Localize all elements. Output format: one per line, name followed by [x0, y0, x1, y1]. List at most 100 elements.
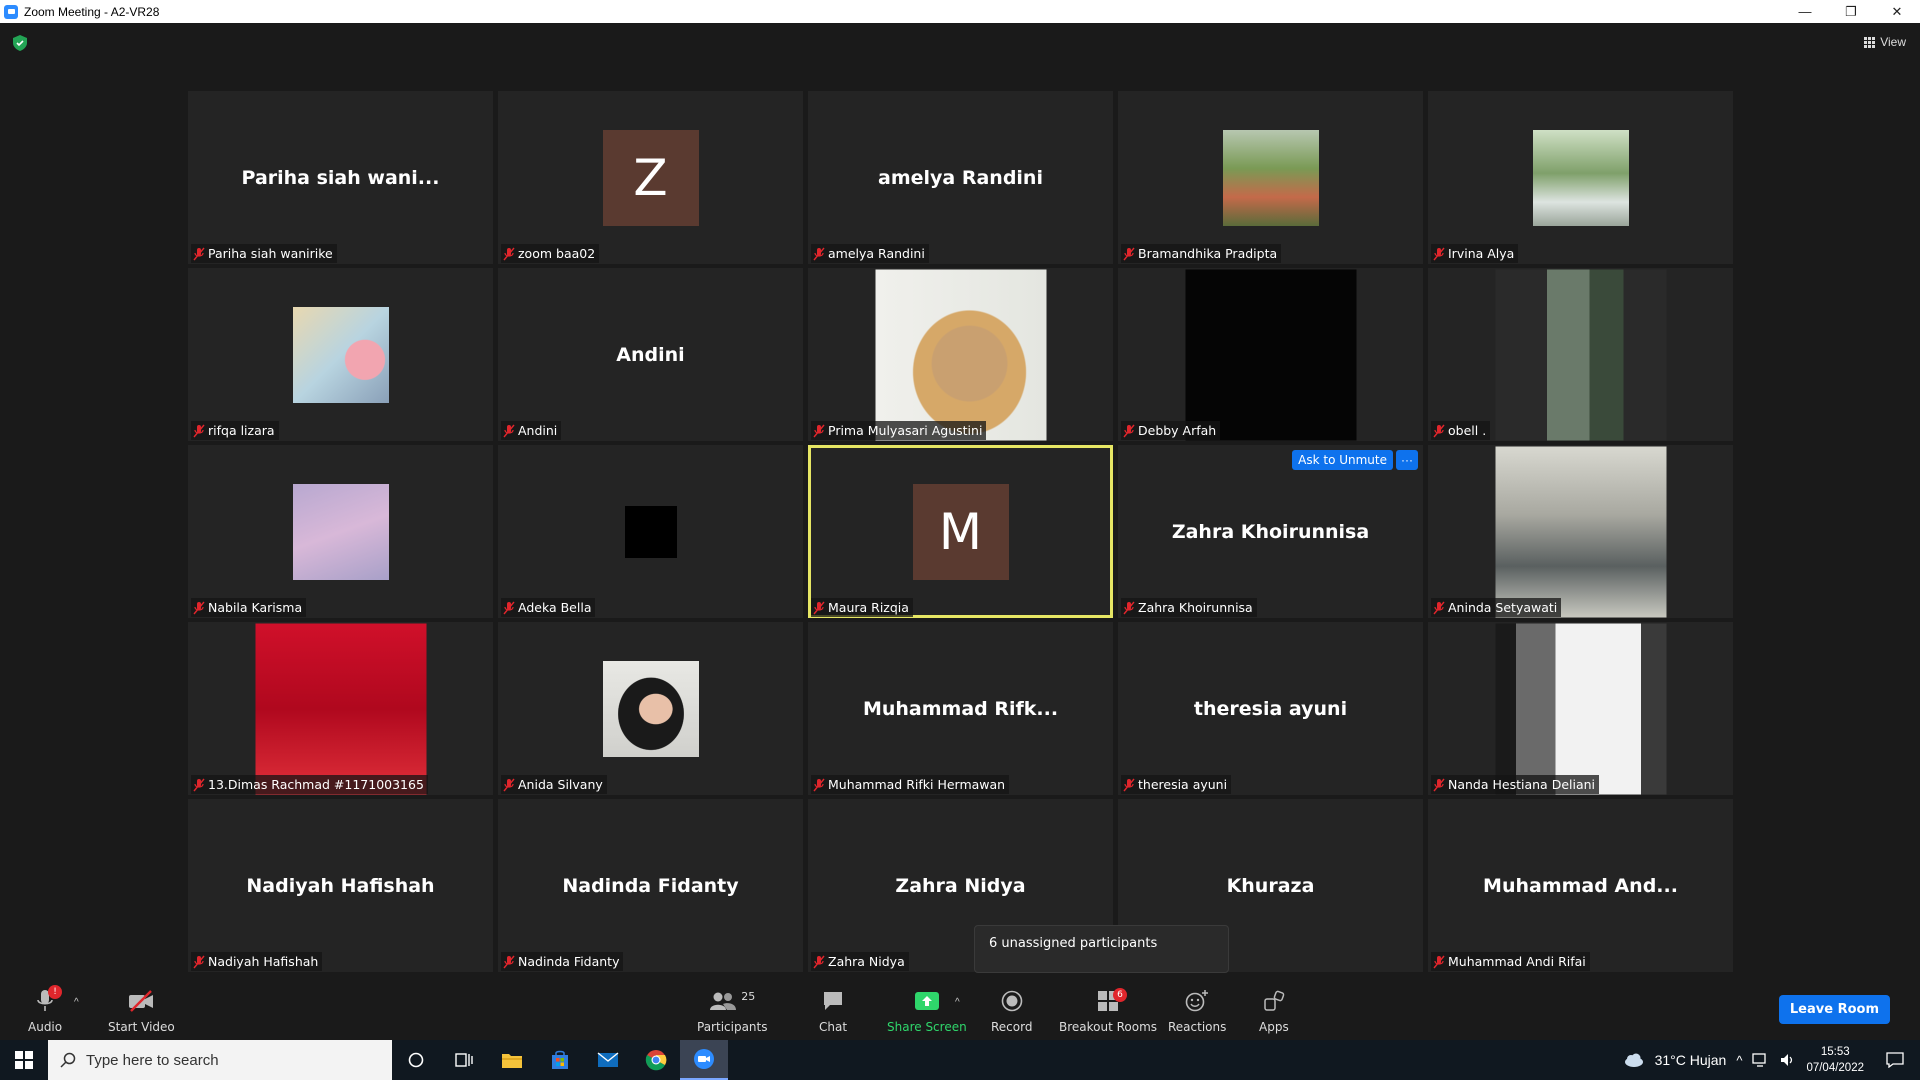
participant-name-label: 13.Dimas Rachmad #1171003165 — [191, 775, 428, 794]
participant-video-image — [255, 623, 426, 794]
start-video-label: Start Video — [108, 1020, 175, 1034]
video-tile[interactable]: rifqa lizara — [188, 268, 493, 441]
audio-warning-badge: ! — [48, 985, 63, 999]
video-tile[interactable]: Nadiyah Hafishah Nadiyah Hafishah — [188, 799, 493, 972]
chrome-icon[interactable] — [632, 1040, 680, 1080]
participant-video-image — [292, 306, 389, 403]
participant-name-label: Debby Arfah — [1121, 421, 1221, 440]
participants-icon — [710, 992, 737, 1010]
participant-name: Muhammad Rifki Hermawan — [828, 777, 1006, 792]
network-icon[interactable] — [1752, 1053, 1770, 1067]
video-tile[interactable]: Nadinda Fidanty Nadinda Fidanty — [498, 799, 803, 972]
more-options-button[interactable]: ··· — [1396, 450, 1418, 470]
clock-time: 15:53 — [1820, 1046, 1850, 1058]
restore-button[interactable]: ❐ — [1828, 0, 1874, 23]
task-view-icon[interactable] — [440, 1040, 488, 1080]
breakout-rooms-button[interactable]: 6 Breakout Rooms — [1059, 988, 1157, 1034]
apps-label: Apps — [1259, 1020, 1289, 1034]
muted-mic-icon — [1123, 778, 1135, 791]
video-tile[interactable]: Aninda Setyawati — [1428, 445, 1733, 618]
start-button[interactable] — [0, 1040, 48, 1080]
video-tile[interactable]: Adeka Bella — [498, 445, 803, 618]
unassigned-tooltip: 6 unassigned participants — [974, 925, 1229, 973]
video-tile[interactable]: Nabila Karisma — [188, 445, 493, 618]
participant-name: Zahra Khoirunnisa — [1138, 600, 1253, 615]
participants-button[interactable]: 25 Participants — [697, 988, 768, 1035]
video-tile[interactable]: 13.Dimas Rachmad #1171003165 — [188, 622, 493, 795]
weather-text[interactable]: 31°C Hujan — [1655, 1052, 1727, 1068]
muted-mic-icon — [813, 955, 825, 968]
participant-name: Pariha siah wanirike — [208, 246, 333, 261]
participant-name-label: Pariha siah wanirike — [191, 244, 337, 263]
mail-icon[interactable] — [584, 1040, 632, 1080]
video-tile[interactable]: Muhammad Rifk... Muhammad Rifki Hermawan — [808, 622, 1113, 795]
share-options-caret-icon[interactable]: ^ — [955, 997, 960, 1008]
close-button[interactable]: ✕ — [1874, 0, 1920, 23]
reactions-button[interactable]: Reactions — [1168, 988, 1226, 1034]
volume-icon[interactable] — [1780, 1053, 1796, 1067]
cortana-icon[interactable] — [392, 1040, 440, 1080]
taskbar-search[interactable]: Type here to search — [48, 1040, 392, 1080]
audio-options-caret-icon[interactable]: ^ — [74, 997, 79, 1008]
participant-name-label: Irvina Alya — [1431, 244, 1519, 263]
notifications-icon[interactable] — [1886, 1052, 1904, 1068]
muted-mic-icon — [1123, 247, 1135, 260]
video-tile[interactable]: Pariha siah wani... Pariha siah wanirike — [188, 91, 493, 264]
leave-room-button[interactable]: Leave Room — [1778, 995, 1890, 1024]
clock[interactable]: 15:53 07/04/2022 — [1806, 1044, 1864, 1076]
view-button[interactable]: View — [1864, 35, 1906, 49]
window-titlebar: Zoom Meeting - A2-VR28 — ❐ ✕ — [0, 0, 1920, 23]
participant-display-name: Muhammad Rifk... — [862, 697, 1059, 720]
video-tile[interactable]: Irvina Alya — [1428, 91, 1733, 264]
reactions-label: Reactions — [1168, 1020, 1227, 1034]
participant-name-label: Nadinda Fidanty — [501, 952, 624, 971]
participant-name: Nadinda Fidanty — [518, 954, 620, 969]
ask-to-unmute-button[interactable]: Ask to Unmute — [1292, 450, 1393, 470]
video-tile[interactable]: theresia ayuni theresia ayuni — [1118, 622, 1423, 795]
view-label: View — [1880, 35, 1906, 49]
video-tile[interactable]: Zzoom baa02 — [498, 91, 803, 264]
zoom-taskbar-icon[interactable] — [680, 1040, 728, 1080]
video-tile[interactable]: Muhammad And... Muhammad Andi Rifai — [1428, 799, 1733, 972]
apps-button[interactable]: Apps — [1259, 988, 1289, 1034]
encryption-shield-icon[interactable] — [13, 35, 27, 51]
tray-expand-icon[interactable]: ^ — [1736, 1053, 1742, 1068]
video-tile[interactable]: Debby Arfah — [1118, 268, 1423, 441]
participant-name: theresia ayuni — [1138, 777, 1228, 792]
video-tile[interactable]: Nanda Hestiana Deliani — [1428, 622, 1733, 795]
muted-mic-icon — [193, 601, 205, 614]
share-screen-button[interactable]: Share Screen — [887, 988, 967, 1034]
participant-name-label: Muhammad Rifki Hermawan — [811, 775, 1010, 794]
microsoft-store-icon[interactable] — [536, 1040, 584, 1080]
minimize-button[interactable]: — — [1782, 0, 1828, 23]
muted-mic-icon — [503, 955, 515, 968]
video-tile[interactable]: Bramandhika Pradipta — [1118, 91, 1423, 264]
start-video-button[interactable]: Start Video — [108, 988, 175, 1034]
video-tile[interactable]: Zahra Khoirunnisa Zahra Khoirunnisa Ask to… — [1118, 445, 1423, 618]
muted-mic-icon — [503, 778, 515, 791]
participant-name-label: rifqa lizara — [191, 421, 279, 440]
avatar-initial: Z — [602, 129, 699, 226]
participant-display-name: Andini — [616, 343, 685, 366]
video-tile[interactable]: obell . — [1428, 268, 1733, 441]
participant-name: Anida Silvany — [518, 777, 603, 792]
windows-taskbar: Type here to search 31°C Hujan ^ 15:53 0… — [0, 1040, 1920, 1080]
video-tile[interactable]: amelya Randini amelya Randini — [808, 91, 1113, 264]
audio-button[interactable]: ! Audio — [28, 985, 63, 1034]
participant-name: Nabila Karisma — [208, 600, 303, 615]
participant-video-image — [624, 505, 677, 558]
participant-video-image — [1495, 446, 1666, 617]
video-tile[interactable]: Andini Andini — [498, 268, 803, 441]
participant-video-image — [875, 269, 1046, 440]
video-tile[interactable]: Prima Mulyasari Agustini — [808, 268, 1113, 441]
participant-name: 13.Dimas Rachmad #1171003165 — [208, 777, 424, 792]
muted-mic-icon — [503, 247, 515, 260]
video-tile[interactable]: Anida Silvany — [498, 622, 803, 795]
record-button[interactable]: Record — [991, 988, 1032, 1034]
participant-video-image — [1185, 269, 1356, 440]
video-tile[interactable]: M Maura Rizqia — [808, 445, 1113, 618]
muted-mic-icon — [193, 955, 205, 968]
chat-button[interactable]: Chat — [819, 988, 847, 1034]
file-explorer-icon[interactable] — [488, 1040, 536, 1080]
muted-mic-icon — [193, 247, 205, 260]
